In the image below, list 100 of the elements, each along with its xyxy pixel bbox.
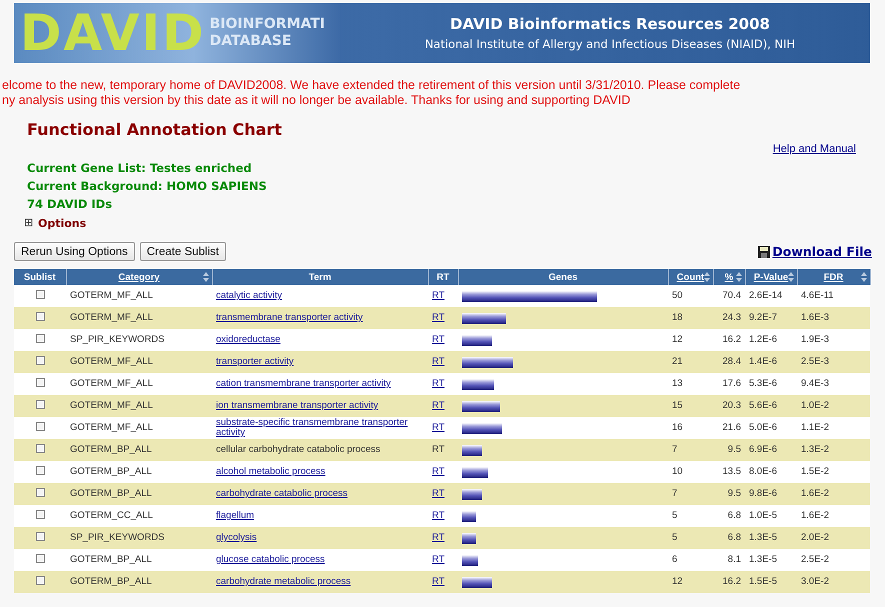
expand-icon[interactable]: ⊞ [24,218,33,229]
row-checkbox[interactable] [36,576,44,585]
category-cell: GOTERM_MF_ALL [70,290,153,301]
rt-link[interactable]: RT [432,423,444,433]
table-cell: 7 [672,444,678,455]
column-sort-link[interactable]: FDR [824,272,844,282]
term-link[interactable]: carbohydrate metabolic process [216,577,351,587]
table-cell: 1.4E-6 [749,356,777,367]
term-link[interactable]: flagellum [216,511,254,521]
rt-link[interactable]: RT [432,401,444,411]
row-checkbox[interactable] [36,532,44,541]
category-cell: GOTERM_MF_ALL [70,422,153,433]
rt-link[interactable]: RT [432,489,444,499]
gene-bar[interactable] [462,378,494,390]
gene-bar[interactable] [462,422,502,434]
table-cell: 5 [672,510,678,521]
category-cell: GOTERM_MF_ALL [70,378,153,389]
term-link[interactable]: glucose catabolic process [216,555,325,565]
term-link[interactable]: cation transmembrane transporter activity [216,379,391,389]
table-cell: 6.8 [728,532,741,543]
row-checkbox[interactable] [36,356,44,365]
sort-icon[interactable] [788,272,794,282]
table-cell: 2.5E-3 [801,356,829,367]
gene-bar[interactable] [462,400,500,412]
row-checkbox[interactable] [36,510,44,519]
term-link[interactable]: carbohydrate catabolic process [216,489,348,499]
action-button[interactable]: Create Sublist [140,242,226,261]
row-checkbox[interactable] [36,444,44,453]
rt-link[interactable]: RT [432,313,444,323]
table-cell: 6.8 [728,510,741,521]
gene-bar[interactable] [462,334,492,346]
gene-bar[interactable] [462,290,598,302]
gene-bar[interactable] [462,466,488,478]
sort-icon[interactable] [860,272,866,282]
rt-link[interactable]: RT [432,555,444,565]
term-link[interactable]: alcohol metabolic process [216,467,326,477]
term-link[interactable]: glycolysis [216,533,257,543]
rt-link[interactable]: RT [432,577,444,587]
table-cell: 13 [672,378,683,389]
term-link[interactable]: cellular carbohydrate catabolic process [216,445,380,455]
options-link[interactable]: Options [38,217,86,230]
table-cell: 17.6 [722,378,741,389]
column-header: Genes [458,269,668,285]
column-sort-link[interactable]: P-Value [754,272,788,282]
sort-icon[interactable] [736,272,742,282]
gene-bar[interactable] [462,356,512,368]
row-checkbox[interactable] [36,312,44,321]
table-cell: 1.3E-5 [749,532,777,543]
rt-link[interactable]: RT [432,533,444,543]
rt-link[interactable]: RT [432,379,444,389]
table-cell: 1.6E-2 [801,488,829,499]
table-cell: 24.3 [722,312,741,323]
column-sort-link[interactable]: Category [118,272,160,282]
column-sort-link[interactable]: Count [676,272,704,282]
table-cell: 5.6E-6 [749,400,777,411]
gene-bar[interactable] [462,312,506,324]
table-cell: 12 [672,334,683,345]
rt-link[interactable]: RT [432,291,444,301]
table-cell: 1.5E-5 [749,576,777,587]
row-checkbox[interactable] [36,488,44,497]
sort-icon[interactable] [704,272,710,282]
rt-link[interactable]: RT [432,511,444,521]
info-text: Current Gene List: Testes enriched [27,160,253,177]
column-sort-link[interactable]: % [724,272,734,282]
gene-bar[interactable] [462,444,482,456]
term-link[interactable]: catalytic activity [216,291,282,301]
info-text: Current Background: HOMO SAPIENS [27,178,268,195]
gene-bar[interactable] [462,488,482,500]
rt-link[interactable]: RT [432,445,444,455]
table-cell: 3.0E-2 [801,576,829,587]
download-link[interactable]: Download File [758,244,872,259]
term-link[interactable]: transmembrane transporter activity [216,313,363,323]
row-checkbox[interactable] [36,378,44,387]
term-link[interactable]: oxidoreductase [216,335,280,345]
row-checkbox[interactable] [36,400,44,409]
gene-bar[interactable] [462,576,492,588]
row-checkbox[interactable] [36,422,44,431]
table-cell: 16.2 [722,334,741,345]
rt-link[interactable]: RT [432,357,444,367]
table-cell: 13.5 [722,466,741,477]
table-cell: 18 [672,312,683,323]
row-checkbox[interactable] [36,334,44,343]
gene-bar[interactable] [462,532,476,544]
table-cell: 5.0E-6 [749,422,777,433]
rt-link[interactable]: RT [432,467,444,477]
action-button[interactable]: Rerun Using Options [14,242,135,261]
rt-link[interactable]: RT [432,335,444,345]
sort-icon[interactable] [202,272,208,282]
term-link[interactable]: substrate-specific transmembrane transporter activity [216,418,424,438]
row-checkbox[interactable] [36,554,44,563]
table-cell: 1.5E-2 [801,466,829,477]
term-link[interactable]: transporter activity [216,357,294,367]
gene-bar[interactable] [462,554,478,566]
table-cell: 9.5 [728,444,741,455]
term-link[interactable]: ion transmembrane transporter activity [216,401,378,411]
row-checkbox[interactable] [36,466,44,475]
row-checkbox[interactable] [36,290,44,299]
gene-bar[interactable] [462,510,476,522]
help-link[interactable]: Help and Manual [772,143,856,159]
category-cell: GOTERM_MF_ALL [70,312,153,323]
